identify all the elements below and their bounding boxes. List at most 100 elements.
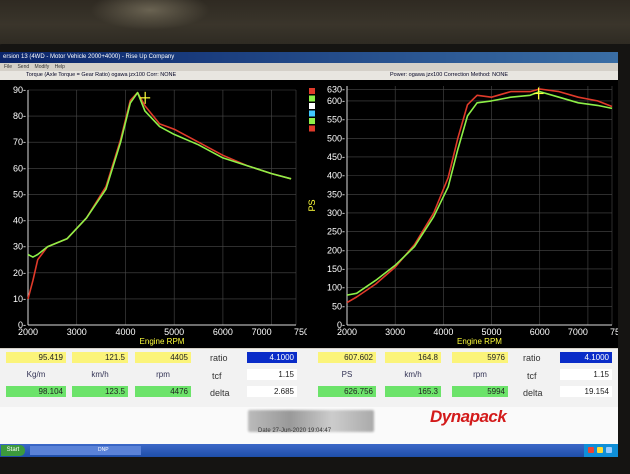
left-peak-torque-value: 98.104 <box>6 386 66 397</box>
y-tick-label: 0- <box>337 320 345 330</box>
y-tick-label: 50- <box>13 189 26 199</box>
right-peak-rpm-value: 5994 <box>452 386 508 397</box>
left-delta-value: 2.685 <box>247 386 297 397</box>
left-ratio-value: 4.1000 <box>247 352 297 363</box>
legend-swatch <box>309 125 315 132</box>
right-rpm-value: 5976 <box>452 352 508 363</box>
x-tick-label: 7500 <box>294 327 307 337</box>
info-bar: Torque (Axle Torque = Gear Ratio) ogawa … <box>0 71 618 80</box>
y-tick-label: 500- <box>327 133 345 143</box>
right-peak-speed-value: 165.3 <box>385 386 441 397</box>
y-tick-label: 400- <box>327 171 345 181</box>
y-tick-label: 450- <box>327 152 345 162</box>
power-chart[interactable]: 20003000400050006000700075000-50-100-150… <box>307 80 618 348</box>
right-ratio-value: 4.1000 <box>560 352 612 363</box>
right-speed-value: 164.8 <box>385 352 441 363</box>
x-tick-label: 7000 <box>252 327 272 337</box>
x-tick-label: 6000 <box>530 327 550 337</box>
start-button[interactable]: Start <box>1 445 25 456</box>
y-tick-label: 150- <box>327 264 345 274</box>
y-axis-label: PS <box>307 199 317 211</box>
menu-item-modify[interactable]: Modify <box>35 64 50 70</box>
readout-panel: 95.419 121.5 4405 Kg/m km/h rpm 98.104 1… <box>0 349 618 407</box>
window-title: ersion 13 (4WD - Motor Vehicle 2000+4000… <box>3 54 175 60</box>
left-rpm-value: 4405 <box>135 352 191 363</box>
left-rpm-unit: rpm <box>156 370 170 379</box>
x-tick-label: 3000 <box>67 327 87 337</box>
taskbar-item-1[interactable] <box>30 446 96 455</box>
menu-item-send[interactable]: Send <box>17 64 29 70</box>
x-tick-label: 5000 <box>164 327 184 337</box>
y-tick-label: 0- <box>18 320 26 330</box>
system-tray <box>584 444 618 457</box>
x-axis-label: Engine RPM <box>457 337 502 346</box>
ceiling-light <box>90 0 210 30</box>
x-tick-label: 4000 <box>433 327 453 337</box>
legend-swatch <box>309 88 315 94</box>
x-tick-label: 7000 <box>568 327 588 337</box>
run-date: Date 27-Jun-2020 19:04:47 <box>258 428 332 434</box>
y-tick-label: 80- <box>13 111 26 121</box>
x-tick-label: 7500 <box>610 327 618 337</box>
legend-swatch <box>309 95 315 102</box>
y-tick-label: 40- <box>13 216 26 226</box>
y-tick-label: 60- <box>13 163 26 173</box>
left-torque-value: 95.419 <box>6 352 66 363</box>
right-delta-label: delta <box>523 388 543 398</box>
y-tick-label: 30- <box>13 242 26 252</box>
y-tick-label: 50- <box>332 301 345 311</box>
legend-swatch <box>309 118 315 124</box>
y-tick-label: 100- <box>327 283 345 293</box>
y-tick-label: 300- <box>327 208 345 218</box>
y-tick-label: 250- <box>327 227 345 237</box>
right-tcf-value: 1.15 <box>560 369 612 380</box>
x-tick-label: 3000 <box>385 327 405 337</box>
left-delta-label: delta <box>210 388 230 398</box>
y-tick-label: 70- <box>13 137 26 147</box>
legend-swatch <box>309 103 315 109</box>
right-ratio-label: ratio <box>523 353 541 363</box>
left-tcf-label: tcf <box>212 371 222 381</box>
right-tcf-label: tcf <box>527 371 537 381</box>
left-speed-value: 121.5 <box>72 352 128 363</box>
tray-network-icon[interactable] <box>606 447 612 453</box>
right-delta-value: 19.154 <box>560 386 612 397</box>
left-peak-rpm-value: 4476 <box>135 386 191 397</box>
menu-bar: File Send Modify Help <box>0 63 618 71</box>
right-power-unit: PS <box>341 370 353 379</box>
dynapack-logo: Dynapack <box>430 407 507 426</box>
y-tick-label: 630- <box>327 85 345 95</box>
screen: ersion 13 (4WD - Motor Vehicle 2000+4000… <box>0 52 618 457</box>
tray-alert-icon[interactable] <box>588 447 594 453</box>
x-axis-label: Engine RPM <box>140 337 185 346</box>
tray-status-icon[interactable] <box>597 447 603 453</box>
taskbar: Start DNP <box>0 444 618 457</box>
y-tick-label: 600- <box>327 96 345 106</box>
taskbar-item-dnp[interactable]: DNP <box>95 446 141 455</box>
y-tick-label: 20- <box>13 268 26 278</box>
window-titlebar[interactable]: ersion 13 (4WD - Motor Vehicle 2000+4000… <box>0 52 618 63</box>
left-speed-unit: km/h <box>91 370 109 379</box>
x-tick-label: 6000 <box>213 327 233 337</box>
legend-swatch <box>309 110 315 117</box>
right-speed-unit: km/h <box>404 370 422 379</box>
right-rpm-unit: rpm <box>473 370 487 379</box>
left-torque-unit: Kg/m <box>26 370 46 379</box>
y-tick-label: 550- <box>327 115 345 125</box>
torque-chart[interactable]: 20003000400050006000700075000-10-20-30-4… <box>0 80 307 348</box>
left-chart-info: Torque (Axle Torque = Gear Ratio) ogawa … <box>26 72 177 78</box>
y-tick-label: 350- <box>327 189 345 199</box>
x-tick-label: 5000 <box>482 327 502 337</box>
menu-item-help[interactable]: Help <box>55 64 65 70</box>
left-ratio-label: ratio <box>210 353 228 363</box>
left-tcf-value: 1.15 <box>247 369 297 380</box>
x-tick-label: 4000 <box>115 327 135 337</box>
y-tick-label: 90- <box>13 85 26 95</box>
y-tick-label: 200- <box>327 245 345 255</box>
right-chart-info: Power: ogawa jzx100 Correction Method: N… <box>390 72 508 78</box>
left-peak-speed-value: 123.5 <box>72 386 128 397</box>
menu-item-file[interactable]: File <box>4 64 12 70</box>
y-tick-label: 10- <box>13 294 26 304</box>
right-power-value: 607.602 <box>318 352 376 363</box>
right-peak-power-value: 626.756 <box>318 386 376 397</box>
